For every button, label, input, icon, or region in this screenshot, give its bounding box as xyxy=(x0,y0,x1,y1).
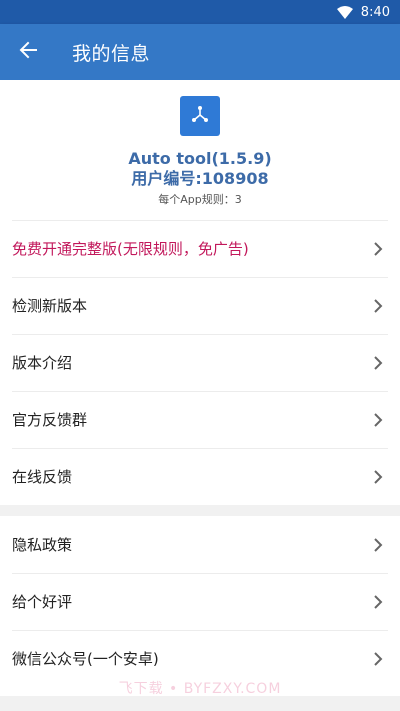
menu-item-feedback-group[interactable]: 官方反馈群 xyxy=(0,391,400,448)
bottom-strip xyxy=(0,701,400,711)
menu-group-secondary: 隐私政策 给个好评 微信公众号(一个安卓) xyxy=(0,516,400,696)
menu-item-label: 免费开通完整版(无限规则，免广告) xyxy=(12,240,249,258)
watermark: 飞下载 • BYFZXY.COM xyxy=(118,681,282,697)
divider xyxy=(12,448,388,449)
app-name-version: Auto tool(1.5.9) xyxy=(128,149,272,168)
divider xyxy=(12,573,388,574)
app-icon xyxy=(180,96,220,136)
chevron-right-icon xyxy=(370,298,386,314)
menu-item-label: 检测新版本 xyxy=(12,297,88,315)
menu-item-label: 官方反馈群 xyxy=(12,411,88,429)
menu-group-main: 免费开通完整版(无限规则，免广告) 检测新版本 版本介绍 官方反馈群 在线反馈 xyxy=(0,220,400,505)
menu-item-label: 隐私政策 xyxy=(12,536,73,554)
divider xyxy=(12,334,388,335)
profile-header: Auto tool(1.5.9) 用户编号:108908 每个App规则：3 xyxy=(0,80,400,220)
menu-item-label: 给个好评 xyxy=(12,593,73,611)
divider xyxy=(12,630,388,631)
divider xyxy=(12,277,388,278)
divider xyxy=(12,220,388,221)
menu-item-rate-app[interactable]: 给个好评 xyxy=(0,573,400,630)
share-nodes-icon xyxy=(191,105,209,127)
user-id: 用户编号:108908 xyxy=(131,169,269,188)
status-bar: 8:40 xyxy=(0,0,400,24)
chevron-right-icon xyxy=(370,469,386,485)
menu-item-label: 版本介绍 xyxy=(12,354,73,372)
back-button[interactable] xyxy=(0,24,56,80)
menu-item-check-update[interactable]: 检测新版本 xyxy=(0,277,400,334)
page-title: 我的信息 xyxy=(72,42,151,65)
chevron-right-icon xyxy=(370,651,386,667)
arrow-left-icon xyxy=(19,41,37,63)
chevron-right-icon xyxy=(370,594,386,610)
menu-item-label: 在线反馈 xyxy=(12,468,73,486)
rule-count: 每个App规则：3 xyxy=(158,193,242,206)
menu-item-online-feedback[interactable]: 在线反馈 xyxy=(0,448,400,505)
status-time: 8:40 xyxy=(360,4,390,20)
menu-item-version-intro[interactable]: 版本介绍 xyxy=(0,334,400,391)
wifi-icon xyxy=(336,5,353,19)
chevron-right-icon xyxy=(370,412,386,428)
chevron-right-icon xyxy=(370,537,386,553)
menu-item-label: 微信公众号(一个安卓) xyxy=(12,650,159,668)
chevron-right-icon xyxy=(370,355,386,371)
chevron-right-icon xyxy=(370,241,386,257)
menu-item-privacy-policy[interactable]: 隐私政策 xyxy=(0,516,400,573)
app-bar: 我的信息 xyxy=(0,24,400,80)
divider xyxy=(12,391,388,392)
menu-item-upgrade[interactable]: 免费开通完整版(无限规则，免广告) xyxy=(0,220,400,277)
